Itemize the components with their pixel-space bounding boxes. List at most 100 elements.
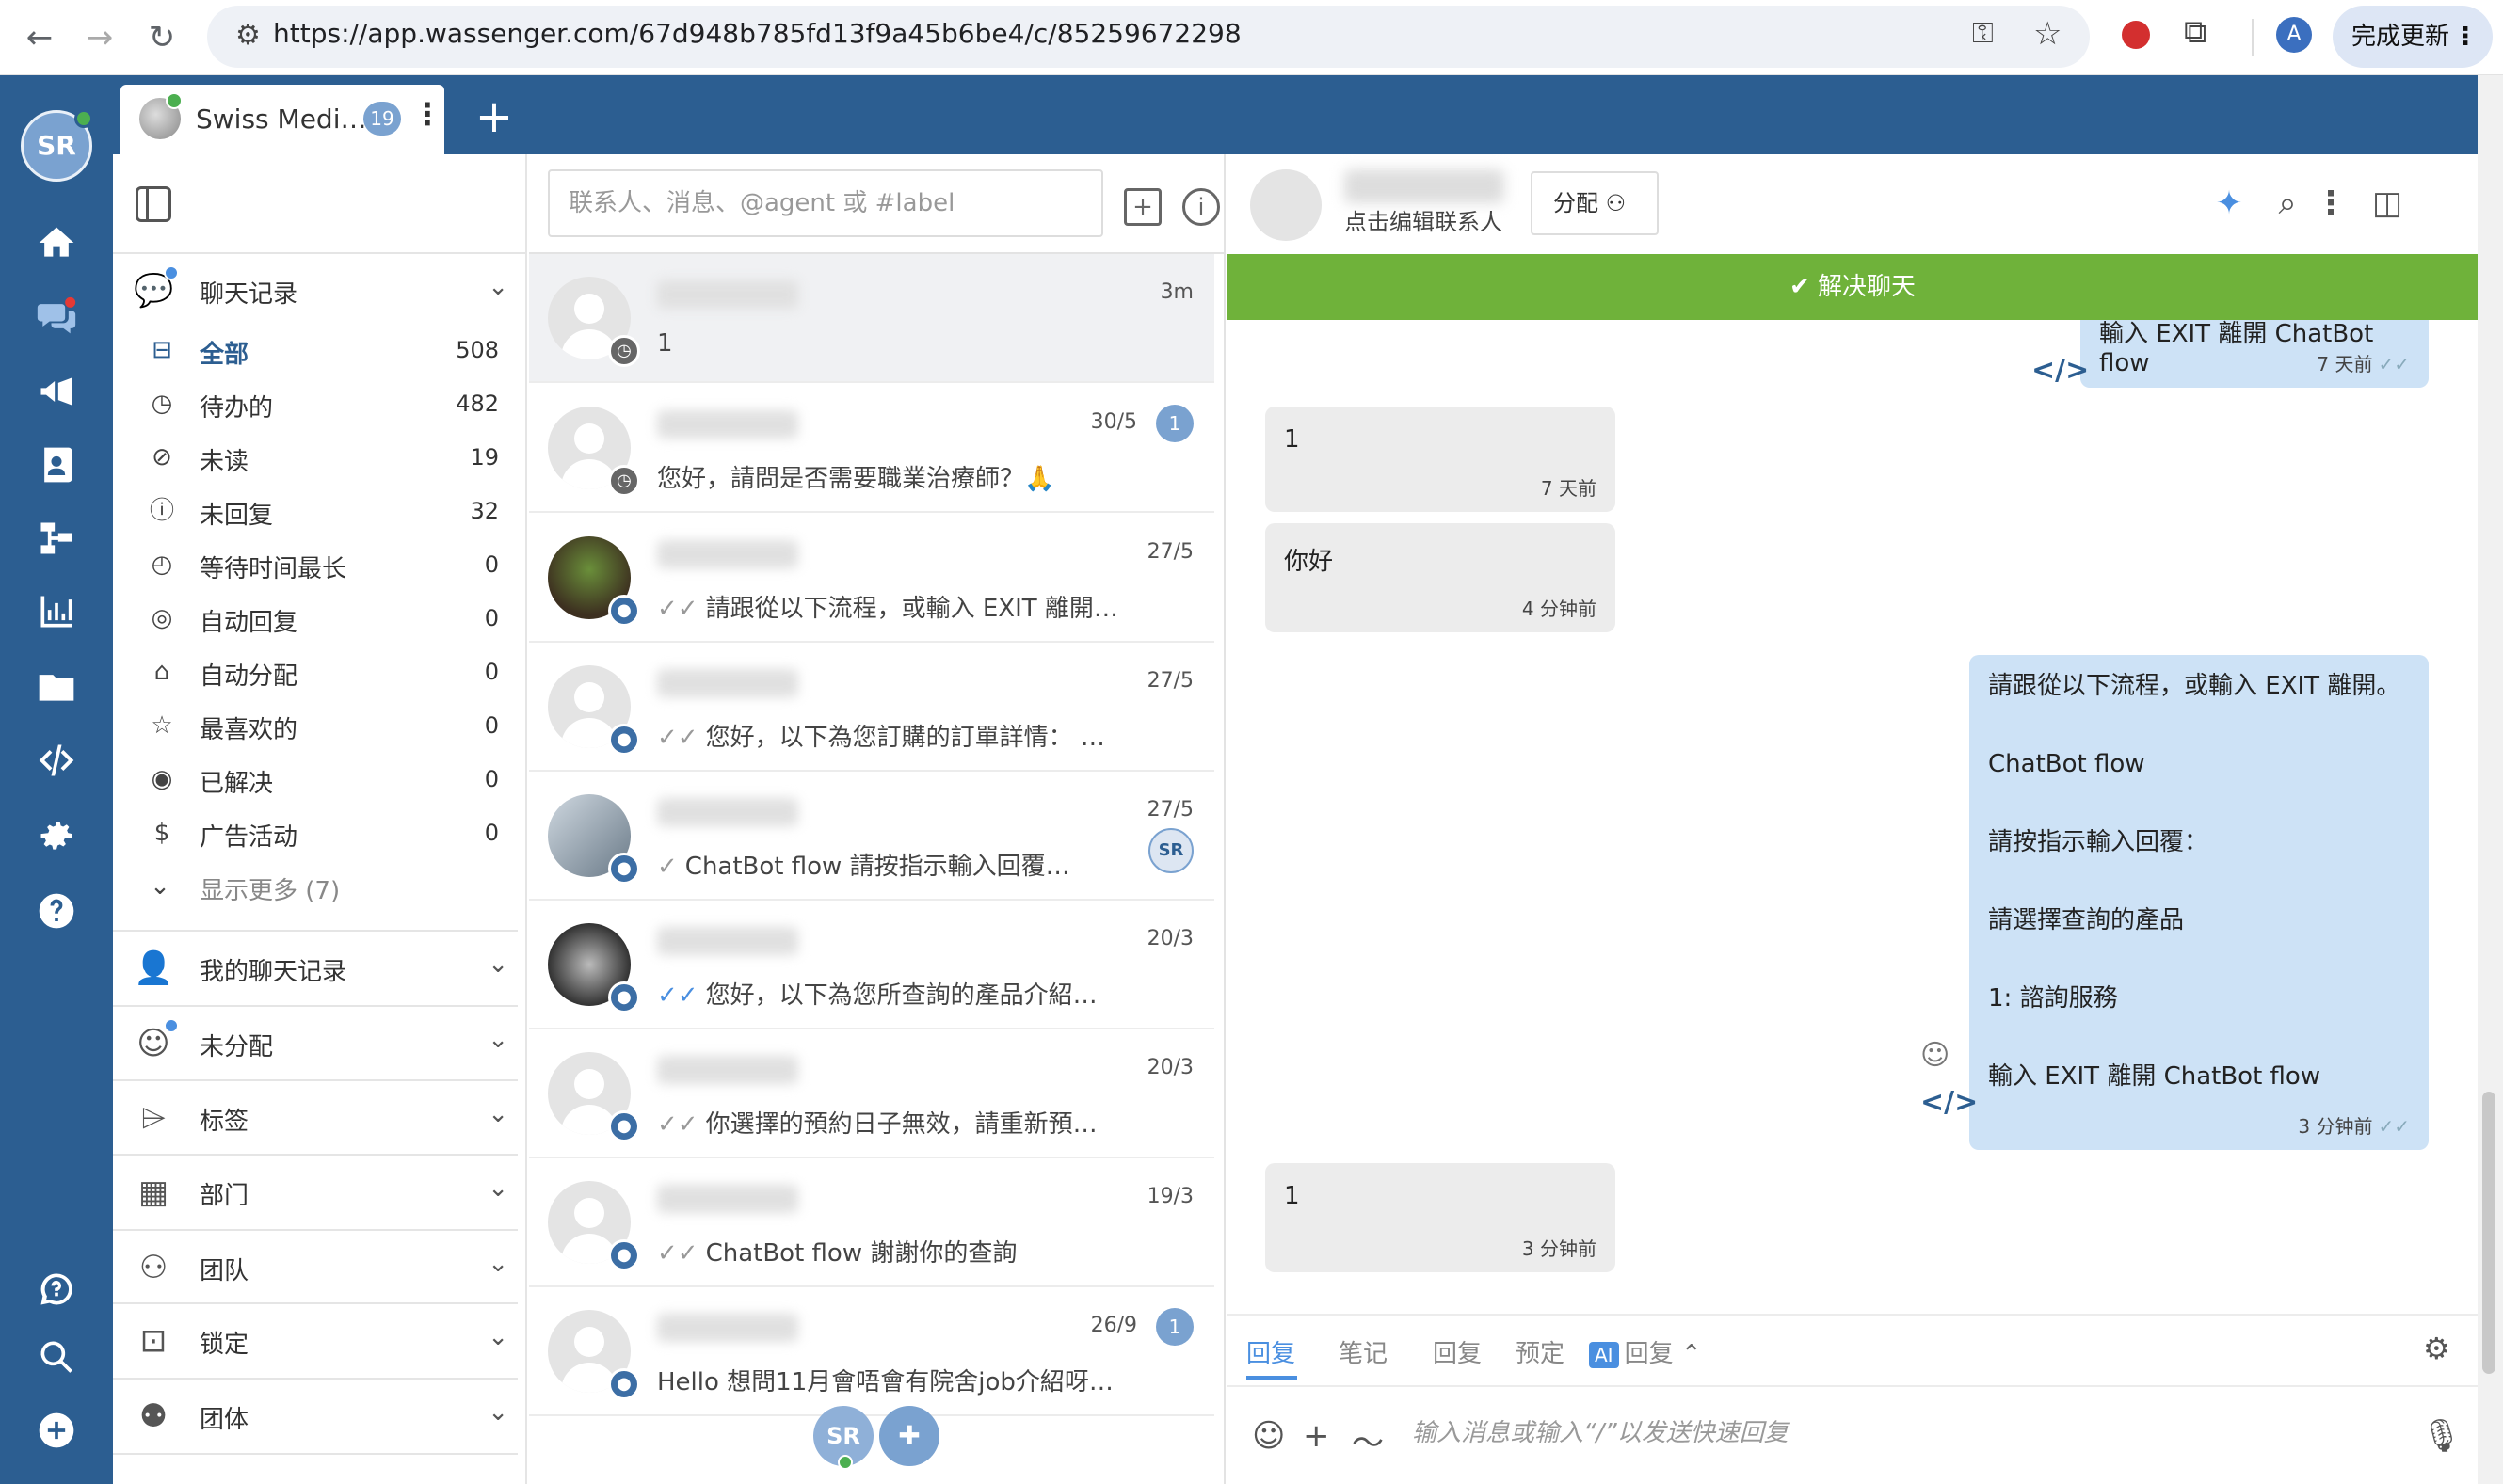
info-icon[interactable]: i <box>1182 188 1220 226</box>
tab-ai-reply[interactable]: AI 回复 ⌃ <box>1589 1334 1702 1369</box>
assign-label: 分配 <box>1553 190 1598 216</box>
update-button[interactable]: 完成更新 ⋮ <box>2333 6 2493 68</box>
url-text[interactable]: https://app.wassenger.com/67d948b785fd13… <box>273 18 1242 49</box>
search-icon[interactable]: ⌕ <box>2267 183 2308 224</box>
chat-row[interactable]: ● 20/3 ✓✓ 您好，以下為您所查詢的產品介紹預… <box>529 901 1214 1029</box>
folder-unreplied[interactable]: ⓘ 未回复 32 <box>113 485 527 537</box>
person-icon: 👤 <box>134 949 174 987</box>
agent-avatar[interactable]: SR <box>813 1406 874 1470</box>
search-icon[interactable] <box>28 1329 85 1385</box>
page-scrollbar[interactable] <box>2478 75 2503 1484</box>
tab-schedule[interactable]: 预定 <box>1516 1334 1564 1369</box>
signature-icon[interactable]: 〜 <box>1352 1417 1384 1463</box>
user-avatar[interactable]: SR <box>21 109 93 182</box>
folder-longest-wait[interactable]: ◴ 等待时间最长 0 <box>113 538 527 591</box>
divider <box>113 930 518 932</box>
folder-campaigns[interactable]: $ 广告活动 0 <box>113 806 527 859</box>
section-locked[interactable]: ⊡ 锁定 ⌄ <box>113 1306 527 1376</box>
add-workspace-button[interactable]: + <box>471 88 518 145</box>
workspace-menu-icon[interactable]: ⋮ <box>412 96 442 132</box>
support-chat-icon[interactable] <box>28 1261 85 1317</box>
section-unassigned[interactable]: ☺ 未分配 ⌄ <box>113 1009 527 1078</box>
show-more-button[interactable]: ⌄ 显示更多 (7) <box>113 860 527 913</box>
section-chats[interactable]: 💬 聊天记录 ⌄ <box>113 256 527 326</box>
section-teams[interactable]: ⚇ 团队 ⌄ <box>113 1233 527 1302</box>
folder-resolved[interactable]: ◉ 已解决 0 <box>113 753 527 806</box>
scrollbar-thumb[interactable] <box>2482 1092 2495 1374</box>
message-input[interactable]: 输入消息或输入“/”以发送快速回复 <box>1412 1413 1789 1448</box>
section-departments[interactable]: ▦ 部门 ⌄ <box>113 1157 527 1227</box>
emoji-icon[interactable]: ☺ <box>1252 1417 1285 1455</box>
composer-tabs: 回复 笔记 回复 预定 AI 回复 ⌃ ⚙ <box>1227 1314 2478 1387</box>
chat-row[interactable]: ● 19/3 ✓✓ ChatBot flow 謝謝你的查詢 <box>529 1158 1214 1287</box>
section-label: 聊天记录 <box>200 280 298 309</box>
folder-count: 0 <box>484 766 499 792</box>
settings-gear-icon[interactable] <box>28 807 85 864</box>
add-agent-icon[interactable]: ✚ <box>879 1406 939 1466</box>
extensions-puzzle-icon[interactable]: ⧉ <box>2184 13 2206 51</box>
code-icon[interactable] <box>28 732 85 789</box>
message-thread[interactable]: 輸入 EXIT 離開 ChatBot flow 7 天前 ✓✓ </> 1 7 天… <box>1227 320 2478 1470</box>
extension-icon[interactable] <box>2122 21 2150 49</box>
folder-all[interactable]: ⊟ 全部 508 <box>113 324 527 376</box>
section-my-chats[interactable]: 👤 我的聊天记录 ⌄ <box>113 933 527 1003</box>
message-time: 4 分钟前 <box>1521 598 1596 620</box>
password-key-icon[interactable]: ⚿ <box>1972 17 1994 50</box>
chats-icon[interactable] <box>28 288 85 344</box>
chat-row[interactable]: ● 26/9 1 Hello 想問11月會唔會有院舍job介紹呀… <box>529 1287 1214 1416</box>
toolbar-divider <box>2252 19 2254 56</box>
files-folder-icon[interactable] <box>28 659 85 715</box>
chat-row[interactable]: ◷ 3m 1 <box>529 254 1214 383</box>
tab-reply[interactable]: 回复 <box>1246 1334 1298 1380</box>
profile-avatar[interactable]: A <box>2276 17 2312 53</box>
folder-unread[interactable]: ⊘ 未读 19 <box>113 431 527 484</box>
chat-row[interactable]: ● 27/5 ✓✓ 請跟從以下流程，或輸入 EXIT 離開。 … <box>529 514 1214 643</box>
assign-button[interactable]: 分配 ⚇ <box>1531 171 1659 235</box>
new-chat-icon[interactable]: + <box>1124 188 1162 226</box>
toggle-panel-icon[interactable]: ◫ <box>2367 183 2408 224</box>
workflow-icon[interactable] <box>28 510 85 566</box>
ai-sparkle-icon[interactable]: ✦ <box>2208 183 2250 224</box>
message-bubble-incoming: 1 3 分钟前 <box>1265 1163 1615 1272</box>
workspace-tab[interactable]: Swiss Medi… 19 ⋮ <box>120 85 444 154</box>
home-icon[interactable] <box>28 215 85 271</box>
chat-row[interactable]: ◷ 30/5 1 您好，請問是否需要職業治療師？🙏 <box>529 384 1214 513</box>
more-options-icon[interactable]: ⋮ <box>2310 183 2351 224</box>
campaigns-megaphone-icon[interactable] <box>28 363 85 420</box>
collapse-sidebar-icon[interactable] <box>136 186 171 222</box>
folder-favorites[interactable]: ☆ 最喜欢的 0 <box>113 699 527 752</box>
chat-row[interactable]: ● 27/5 SR ✓ChatBot flow 請按指示輸入回覆： [Swi… <box>529 772 1214 901</box>
online-indicator <box>74 109 93 128</box>
back-icon[interactable]: ← <box>17 15 62 60</box>
code-icon[interactable]: </> <box>1920 1086 1978 1119</box>
tab-note[interactable]: 笔记 <box>1339 1334 1388 1369</box>
resolve-chat-button[interactable]: ✔ 解决聊天 <box>1227 254 2478 320</box>
folder-pending[interactable]: ◷ 待办的 482 <box>113 377 527 430</box>
reload-icon[interactable]: ↻ <box>139 15 185 60</box>
site-settings-icon[interactable]: ⚙ <box>235 19 261 52</box>
section-labels[interactable]: ⌲ 标签 ⌄ <box>113 1083 527 1153</box>
contact-avatar[interactable] <box>1250 169 1322 241</box>
search-input[interactable]: 联系人、消息、@agent 或 #label <box>548 169 1103 237</box>
help-icon[interactable] <box>28 883 85 939</box>
section-label: 标签 <box>200 1108 249 1136</box>
analytics-icon[interactable] <box>28 583 85 640</box>
react-emoji-icon[interactable]: ☺ <box>1920 1039 1949 1072</box>
code-icon[interactable]: </> <box>2031 354 2089 387</box>
double-check-icon: ✓✓ <box>657 981 698 1010</box>
composer-settings-icon[interactable]: ⚙ <box>2423 1331 2450 1366</box>
forward-icon[interactable]: → <box>77 15 122 60</box>
tab-reply-2[interactable]: 回复 <box>1433 1334 1482 1369</box>
microphone-icon[interactable]: 🎙 <box>2421 1417 2462 1455</box>
chat-row[interactable]: ● 27/5 ✓✓ 您好，以下為您訂購的訂單詳情： 訂… <box>529 643 1214 772</box>
folder-auto-reply[interactable]: ◎ 自动回复 0 <box>113 592 527 645</box>
attach-plus-icon[interactable]: + <box>1303 1417 1330 1455</box>
edit-contact-link[interactable]: 点击编辑联系人 <box>1344 203 1502 236</box>
section-groups[interactable]: ⚉ 团体 ⌄ <box>113 1381 527 1451</box>
address-bar[interactable]: ⚙ https://app.wassenger.com/67d948b785fd… <box>207 6 2090 68</box>
folder-auto-assign[interactable]: ⌂ 自动分配 0 <box>113 646 527 698</box>
bookmark-star-icon[interactable]: ☆ <box>2033 15 2062 53</box>
contacts-icon[interactable] <box>28 437 85 493</box>
add-circle-icon[interactable] <box>28 1402 85 1459</box>
chat-row[interactable]: ● 20/3 ✓✓ 你選擇的預約日子無效，請重新預約。 <box>529 1029 1214 1158</box>
